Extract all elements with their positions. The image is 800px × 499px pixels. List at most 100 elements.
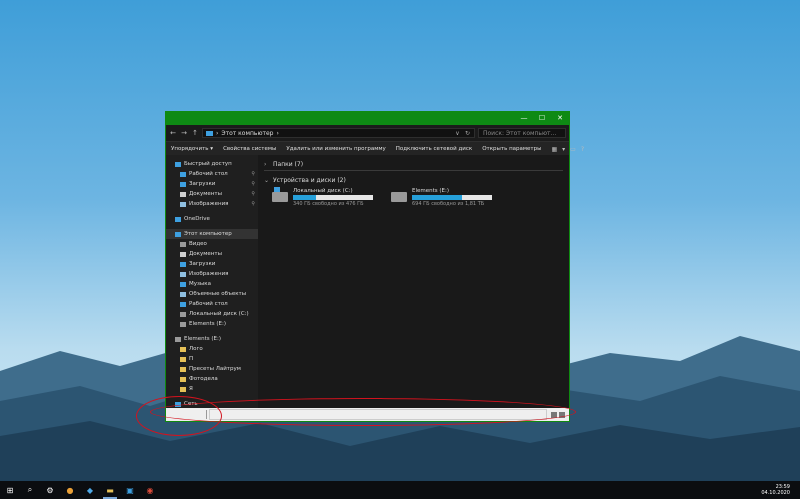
devices-group-header[interactable]: ⌄ Устройства и диски (2) — [264, 175, 563, 185]
image-icon — [180, 201, 186, 207]
open-settings-button[interactable]: Открыть параметры — [482, 146, 541, 152]
sidebar-item-label: Документы — [189, 191, 222, 197]
organize-button[interactable]: Упорядочить ▾ — [171, 146, 213, 152]
sidebar-item[interactable]: Загрузки — [166, 259, 258, 269]
sidebar-item[interactable]: Фотодела — [166, 374, 258, 384]
cube-icon — [180, 291, 186, 297]
content-pane[interactable]: › Папки (7) ⌄ Устройства и диски (2) Лок… — [258, 155, 569, 408]
system-clock[interactable]: 23:59 04.10.2020 — [761, 484, 790, 496]
devices-group-label: Устройства и диски (2) — [273, 176, 346, 184]
pin-icon: ⚲ — [251, 181, 255, 187]
sidebar-item-label: Загрузки — [189, 261, 216, 267]
sidebar-item[interactable]: Документы — [166, 249, 258, 259]
drive-c[interactable]: Локальный диск (C:) 340 ГБ свободно из 4… — [272, 187, 373, 207]
sidebar-item[interactable]: Документы ⚲ — [166, 189, 258, 199]
folder-icon — [180, 366, 186, 372]
address-bar-row: ← → ↑ › Этот компьютер › ∨ ↻ Поиск: Этот… — [166, 125, 569, 141]
folder-icon — [180, 346, 186, 352]
sidebar-item[interactable]: Этот компьютер — [166, 229, 258, 239]
desktop-icon — [180, 171, 186, 177]
chrome-icon[interactable]: ◉ — [140, 481, 160, 499]
sidebar-item-label: Elements (E:) — [189, 321, 227, 327]
document-icon — [180, 191, 186, 197]
drive-icon — [180, 311, 186, 317]
download-icon — [180, 181, 186, 187]
map-network-drive-button[interactable]: Подключить сетевой диск — [396, 146, 472, 152]
start-icon[interactable]: ⊞ — [0, 481, 20, 499]
view-icon[interactable]: ▦ — [551, 146, 557, 153]
sidebar-item-label: Локальный диск (C:) — [189, 311, 249, 317]
music-icon — [180, 281, 186, 287]
cloud-icon — [175, 216, 181, 222]
annotation-circle-wide — [150, 398, 576, 426]
drive-icon — [391, 192, 407, 202]
taskbar: ⊞ ⌕ ⚙ ● ◆ ▬ ▣ ◉ 23:59 04.10.2020 — [0, 481, 800, 499]
sidebar-item-label: Видео — [189, 241, 207, 247]
sidebar-item[interactable]: Elements (E:) — [166, 319, 258, 329]
pin-icon: ⚲ — [251, 201, 255, 207]
system-properties-button[interactable]: Свойства системы — [223, 146, 276, 152]
navigation-pane[interactable]: Быстрый доступ Рабочий стол ⚲ Загрузки ⚲ Доку… — [166, 155, 258, 408]
folders-group-header[interactable]: › Папки (7) — [264, 159, 563, 169]
back-button[interactable]: ← — [169, 129, 177, 137]
sidebar-item[interactable]: Видео — [166, 239, 258, 249]
sidebar-item[interactable]: Пресеты Лайтрум — [166, 364, 258, 374]
dropdown-icon[interactable]: ▾ — [562, 146, 565, 153]
refresh-icon[interactable]: ↻ — [464, 130, 471, 137]
sidebar-item[interactable]: Изображения — [166, 269, 258, 279]
sidebar-item[interactable]: Объемные объекты — [166, 289, 258, 299]
close-button[interactable]: ✕ — [551, 112, 569, 125]
folder-icon — [180, 376, 186, 382]
sidebar-item-label: Этот компьютер — [184, 231, 232, 237]
title-bar[interactable]: — ☐ ✕ — [166, 112, 569, 125]
drive-usage-bar — [412, 195, 492, 200]
sidebar-item[interactable]: Быстрый доступ — [166, 159, 258, 169]
video-app-icon[interactable]: ▣ — [120, 481, 140, 499]
drive-usage-bar — [293, 195, 373, 200]
preview-icon[interactable]: ▭ — [570, 146, 576, 153]
up-button[interactable]: ↑ — [191, 129, 199, 137]
drive-icon — [180, 321, 186, 327]
chevron-down-icon[interactable]: ⌄ — [264, 177, 270, 184]
image-icon — [180, 271, 186, 277]
sidebar-item[interactable]: П — [166, 354, 258, 364]
sidebar-item-label: Лого — [189, 346, 203, 352]
paint-icon[interactable]: ◆ — [80, 481, 100, 499]
sidebar-item-label: Рабочий стол — [189, 171, 228, 177]
search-input[interactable]: Поиск: Этот компьют... — [478, 128, 566, 138]
maximize-button[interactable]: ☐ — [533, 112, 551, 125]
chevron-right-icon[interactable]: › — [264, 161, 270, 168]
folders-group-label: Папки (7) — [273, 160, 304, 168]
address-field[interactable]: › Этот компьютер › ∨ ↻ — [202, 128, 475, 138]
sidebar-item[interactable]: OneDrive — [166, 214, 258, 224]
address-path[interactable]: Этот компьютер — [221, 130, 273, 137]
sidebar-item[interactable]: Изображения ⚲ — [166, 199, 258, 209]
sidebar-item-label: Рабочий стол — [189, 301, 228, 307]
search-icon[interactable]: ⌕ — [20, 481, 40, 499]
address-dropdown-icon[interactable]: ∨ — [454, 130, 461, 137]
star-icon — [175, 161, 181, 167]
sidebar-item[interactable]: Загрузки ⚲ — [166, 179, 258, 189]
sidebar-item-label: Изображения — [189, 271, 229, 277]
sidebar-item[interactable]: Лого — [166, 344, 258, 354]
sidebar-item[interactable]: Музыка — [166, 279, 258, 289]
sidebar-item[interactable]: Рабочий стол ⚲ — [166, 169, 258, 179]
help-icon[interactable]: ? — [581, 146, 584, 153]
document-icon — [180, 251, 186, 257]
minimize-button[interactable]: — — [515, 112, 533, 125]
uninstall-program-button[interactable]: Удалить или изменить программу — [286, 146, 385, 152]
sidebar-item[interactable]: Рабочий стол — [166, 299, 258, 309]
sidebar-item[interactable]: Локальный диск (C:) — [166, 309, 258, 319]
desktop-icon — [180, 301, 186, 307]
pin-icon: ⚲ — [251, 191, 255, 197]
sidebar-item[interactable]: Я — [166, 384, 258, 394]
drive-free-space: 340 ГБ свободно из 476 ГБ — [293, 201, 364, 207]
sidebar-item[interactable]: Elements (E:) — [166, 334, 258, 344]
drive-e[interactable]: Elements (E:) 694 ГБ свободно из 1,81 ТБ — [391, 188, 492, 207]
file-explorer-window[interactable]: — ☐ ✕ ← → ↑ › Этот компьютер › ∨ ↻ Поиск… — [165, 111, 584, 422]
forward-button[interactable]: → — [180, 129, 188, 137]
settings-icon[interactable]: ⚙ — [40, 481, 60, 499]
address-chevron: › — [216, 129, 219, 137]
yandex-browser-icon[interactable]: ● — [60, 481, 80, 499]
file-explorer-icon[interactable]: ▬ — [100, 481, 120, 499]
